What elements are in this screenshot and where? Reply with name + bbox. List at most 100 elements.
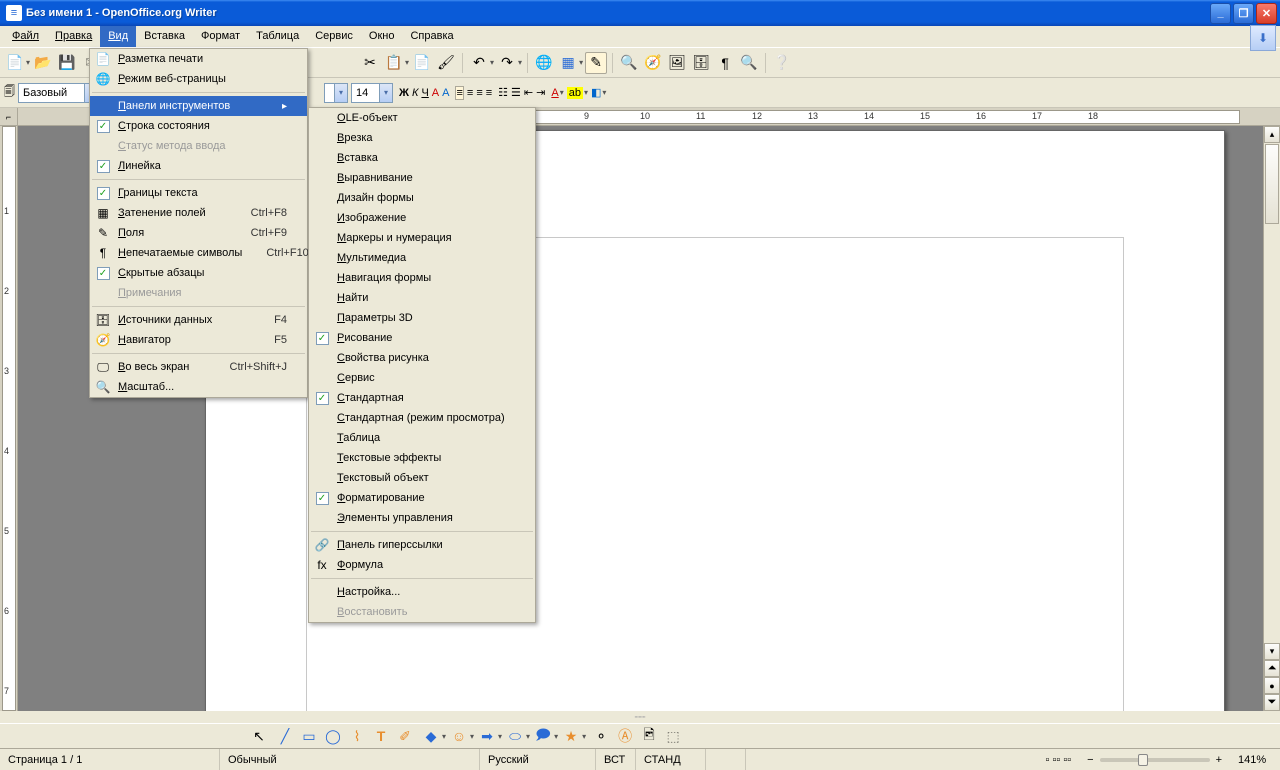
show-draw-icon[interactable]: ✎ — [585, 52, 607, 74]
view-menu-item[interactable]: 📄Разметка печати — [90, 49, 307, 69]
toolbars-menu-item[interactable]: ✓Рисование — [309, 328, 535, 348]
toolbars-menu-item[interactable]: Текстовые эффекты — [309, 448, 535, 468]
font-color-icon[interactable]: A — [551, 87, 558, 99]
minimize-button[interactable]: _ — [1210, 3, 1231, 24]
style-combo[interactable]: Базовый▾ — [18, 83, 98, 103]
ellipse-icon[interactable]: ◯ — [322, 725, 344, 747]
from-file-icon[interactable]: 🖻 — [638, 725, 660, 747]
find-icon[interactable]: 🔍 — [618, 52, 640, 74]
view-menu-item[interactable]: Панели инструментов▸ — [90, 96, 307, 116]
toolbars-menu-item[interactable]: Найти — [309, 288, 535, 308]
styles-icon[interactable]: 🗐 — [4, 83, 15, 102]
scroll-thumb[interactable] — [1265, 144, 1279, 224]
toolbars-menu-item[interactable]: Вставка — [309, 148, 535, 168]
nonprint-icon[interactable]: ¶ — [714, 52, 736, 74]
extrusion-icon[interactable]: ⬚ — [662, 725, 684, 747]
toolbars-menu-item[interactable]: OLE-объект — [309, 108, 535, 128]
view-menu-item[interactable]: 🔍Масштаб... — [90, 377, 307, 397]
font-combo[interactable]: ▾ — [324, 83, 348, 103]
menu-view[interactable]: Вид — [100, 26, 136, 47]
view-menu-item[interactable]: ✓Линейка — [90, 156, 307, 176]
save-icon[interactable]: 💾 — [56, 52, 78, 74]
symbol-shapes-icon[interactable]: ☺ — [448, 725, 470, 747]
align-left-icon[interactable]: ≡ — [455, 86, 463, 100]
menu-file[interactable]: Файл — [4, 26, 47, 47]
rect-icon[interactable]: ▭ — [298, 725, 320, 747]
cut-icon[interactable]: ✂ — [359, 52, 381, 74]
toolbars-menu-item[interactable]: Дизайн формы — [309, 188, 535, 208]
redo-icon[interactable]: ↷ — [496, 52, 518, 74]
zoom-out-icon[interactable]: − — [1087, 754, 1093, 766]
fontsize-combo[interactable]: 14▾ — [351, 83, 393, 103]
zoom-in-icon[interactable]: + — [1216, 754, 1222, 766]
toolbars-menu-item[interactable]: Таблица — [309, 428, 535, 448]
points-icon[interactable]: ⚬ — [590, 725, 612, 747]
bulletlist-icon[interactable]: ☰ — [511, 86, 521, 99]
stars-icon[interactable]: ★ — [560, 725, 582, 747]
status-style[interactable]: Обычный — [220, 749, 480, 770]
callout-icon[interactable]: ✐ — [394, 725, 416, 747]
view-menu-item[interactable]: 🌐Режим веб-страницы — [90, 69, 307, 89]
toolbars-menu-item[interactable]: Мультимедиа — [309, 248, 535, 268]
view-menu-item[interactable]: ✓Границы текста — [90, 183, 307, 203]
toolbars-menu-item[interactable]: Стандартная (режим просмотра) — [309, 408, 535, 428]
view-menu-item[interactable]: ✎ПоляCtrl+F9 — [90, 223, 307, 243]
toolbars-menu-item[interactable]: Маркеры и нумерация — [309, 228, 535, 248]
status-insert[interactable]: ВСТ — [596, 749, 636, 770]
view-menu-item[interactable]: ¶Непечатаемые символыCtrl+F10 — [90, 243, 307, 263]
menu-edit[interactable]: Правка — [47, 26, 100, 47]
vertical-scrollbar[interactable]: ▴ ▾ ⏶ ● ⏷ — [1263, 126, 1280, 711]
toolbars-menu-item[interactable]: Настройка... — [309, 582, 535, 602]
arrows-icon[interactable]: ➡ — [476, 725, 498, 747]
view-menu-item[interactable]: ▦Затенение полейCtrl+F8 — [90, 203, 307, 223]
toolbars-menu-item[interactable]: Свойства рисунка — [309, 348, 535, 368]
align-right-icon[interactable]: ≡ — [476, 87, 482, 99]
open-icon[interactable]: 📂 — [32, 52, 54, 74]
toolbars-menu-item[interactable]: Параметры 3D — [309, 308, 535, 328]
toolbars-menu-item[interactable]: 🔗Панель гиперссылки — [309, 535, 535, 555]
copy-icon[interactable]: 📋 — [383, 52, 405, 74]
toolbars-menu-item[interactable]: fxФормула — [309, 555, 535, 575]
toolbars-menu-item[interactable]: Изображение — [309, 208, 535, 228]
view-menu-item[interactable]: 🧭НавигаторF5 — [90, 330, 307, 350]
table-icon[interactable]: ▦ — [557, 52, 579, 74]
freeform-icon[interactable]: ⌇ — [346, 725, 368, 747]
extension-button[interactable]: ⬇ — [1250, 25, 1276, 51]
italic-button[interactable]: К — [412, 87, 418, 99]
text-icon[interactable]: T — [370, 725, 392, 747]
close-button[interactable]: ✕ — [1256, 3, 1277, 24]
align-center-icon[interactable]: ≡ — [467, 87, 473, 99]
navigator-icon[interactable]: 🧭 — [642, 52, 664, 74]
flowchart-icon[interactable]: ⬭ — [504, 725, 526, 747]
zoom-value[interactable]: 141% — [1230, 749, 1280, 770]
nav-icon[interactable]: ● — [1264, 677, 1280, 694]
toolbars-menu-item[interactable]: ✓Форматирование — [309, 488, 535, 508]
numlist-icon[interactable]: ☷ — [498, 86, 508, 99]
toolbars-menu-item[interactable]: Выравнивание — [309, 168, 535, 188]
toolbars-menu-item[interactable]: Врезка — [309, 128, 535, 148]
next-page-icon[interactable]: ⏷ — [1264, 694, 1280, 711]
toolbars-menu-item[interactable]: Сервис — [309, 368, 535, 388]
select-icon[interactable]: ↖ — [248, 725, 270, 747]
shapes-icon[interactable]: ◆ — [420, 725, 442, 747]
fontcolor-a-icon[interactable]: A — [432, 87, 439, 99]
scroll-up-icon[interactable]: ▴ — [1264, 126, 1280, 143]
bg-color-icon[interactable]: ◧ — [591, 86, 601, 99]
menu-window[interactable]: Окно — [361, 26, 403, 47]
view-menu-item[interactable]: 🖵Во весь экранCtrl+Shift+J — [90, 357, 307, 377]
dec-indent-icon[interactable]: ⇤ — [524, 86, 533, 99]
underline-button[interactable]: Ч — [421, 87, 428, 99]
inc-indent-icon[interactable]: ⇥ — [536, 86, 545, 99]
scroll-down-icon[interactable]: ▾ — [1264, 643, 1280, 660]
status-lang[interactable]: Русский — [480, 749, 596, 770]
toolbars-menu-item[interactable]: Навигация формы — [309, 268, 535, 288]
highlight-icon[interactable]: ab — [567, 87, 583, 99]
toolbars-menu-item[interactable]: Элементы управления — [309, 508, 535, 528]
paste-icon[interactable]: 📄 — [411, 52, 433, 74]
toolbars-menu-item[interactable]: ✓Стандартная — [309, 388, 535, 408]
menu-insert[interactable]: Вставка — [136, 26, 193, 47]
datasources-icon[interactable]: 🗄 — [690, 52, 712, 74]
format-paint-icon[interactable]: 🖌 — [435, 52, 457, 74]
fontcolor-a2-icon[interactable]: A — [442, 87, 449, 99]
fontwork-icon[interactable]: Ⓐ — [614, 725, 636, 747]
